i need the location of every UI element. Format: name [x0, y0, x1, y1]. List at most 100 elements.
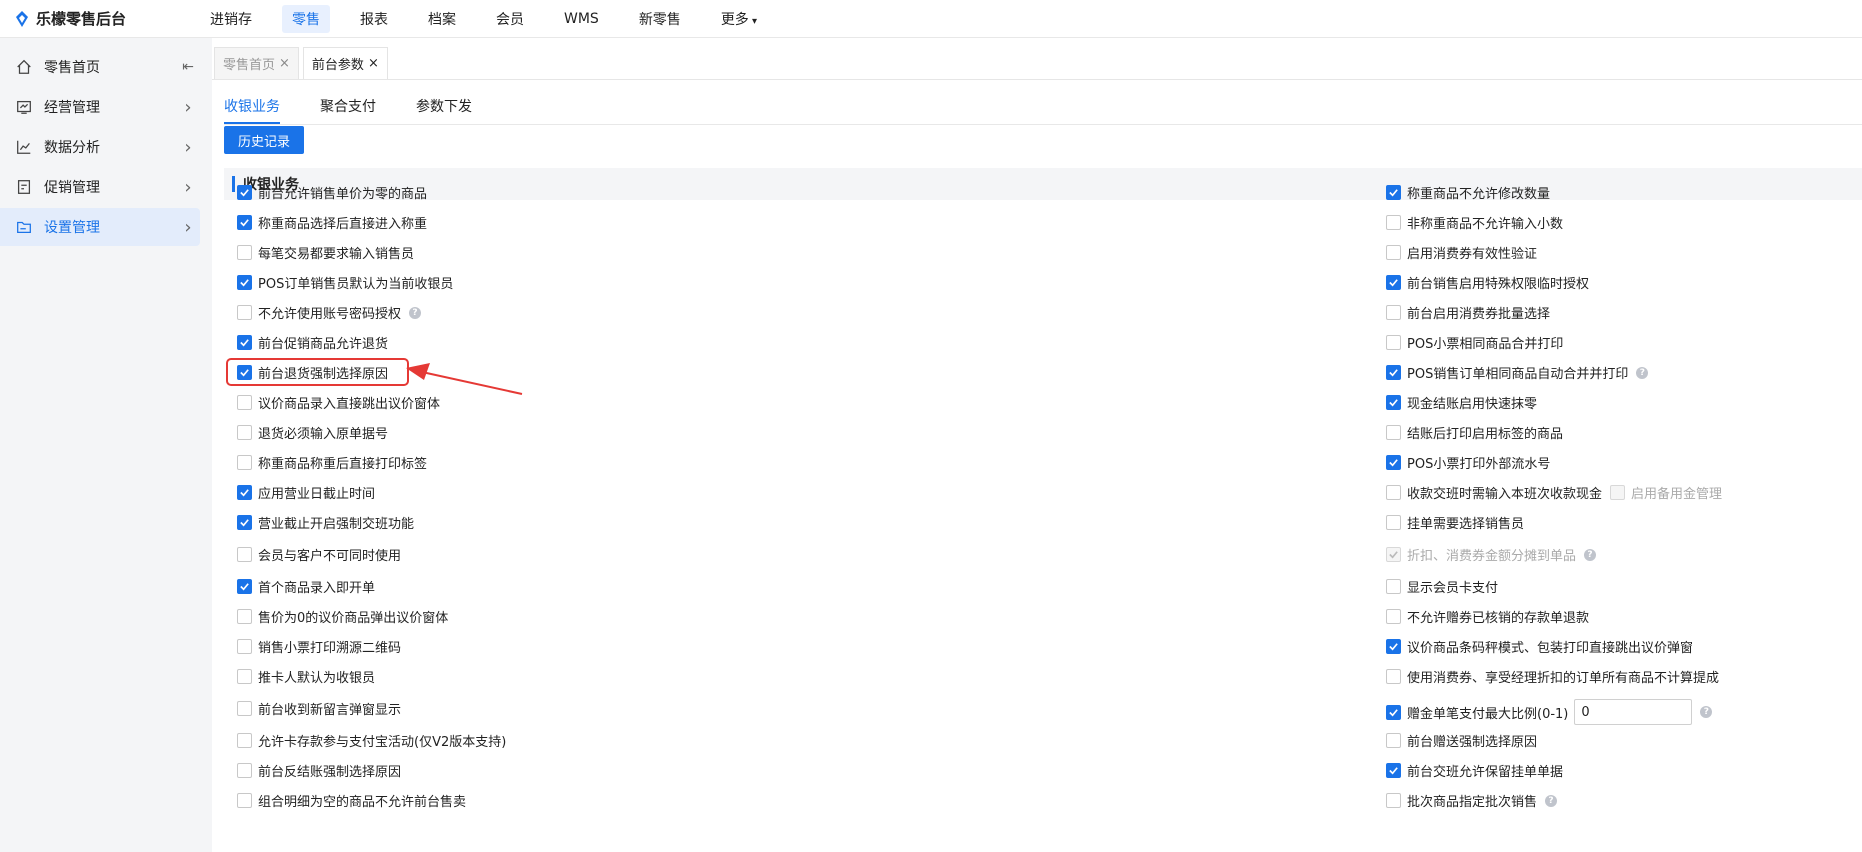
checkbox[interactable] [237, 763, 252, 778]
checkbox[interactable] [237, 515, 252, 530]
checkbox[interactable] [237, 395, 252, 410]
option-row[interactable]: 营业截止开启强制交班功能 [237, 513, 414, 532]
checkbox[interactable] [237, 547, 252, 562]
app-logo[interactable]: 乐檬零售后台 [0, 8, 200, 29]
topnav-item[interactable]: WMS [554, 7, 609, 31]
option-row[interactable]: 非称重商品不允许输入小数 [1386, 213, 1563, 232]
option-row[interactable]: POS小票相同商品合并打印 [1386, 333, 1563, 352]
option-row[interactable]: 批次商品指定批次销售? [1386, 791, 1558, 810]
checkbox[interactable] [237, 669, 252, 684]
help-icon[interactable]: ? [1636, 366, 1649, 379]
sub-tab[interactable]: 聚合支付 [320, 96, 376, 124]
option-row[interactable]: 前台交班允许保留挂单单据 [1386, 761, 1563, 780]
checkbox[interactable] [237, 455, 252, 470]
sidebar-item[interactable]: 经营管理 › [0, 88, 200, 126]
option-row[interactable]: 不允许使用账号密码授权? [237, 303, 422, 322]
checkbox[interactable] [1386, 245, 1401, 260]
sidebar-item[interactable]: 零售首页 ⇤ [0, 48, 200, 86]
option-row[interactable]: 销售小票打印溯源二维码 [237, 637, 401, 656]
checkbox[interactable] [237, 485, 252, 500]
checkbox[interactable] [1386, 485, 1401, 500]
checkbox[interactable] [237, 305, 252, 320]
topnav-item[interactable]: 档案 [418, 5, 466, 33]
option-row[interactable]: POS小票打印外部流水号 [1386, 453, 1550, 472]
checkbox[interactable] [237, 245, 252, 260]
option-row[interactable]: 前台启用消费券批量选择 [1386, 303, 1550, 322]
page-tab[interactable]: 零售首页 × [214, 47, 299, 79]
checkbox[interactable] [1386, 455, 1401, 470]
option-row[interactable]: 售价为0的议价商品弹出议价窗体 [237, 607, 448, 626]
sub-tab[interactable]: 收银业务 [224, 96, 280, 124]
checkbox[interactable] [237, 335, 252, 350]
help-icon[interactable]: ? [1584, 548, 1597, 561]
topnav-item[interactable]: 进销存 [200, 5, 262, 33]
checkbox[interactable] [1386, 704, 1401, 720]
help-icon[interactable]: ? [1700, 706, 1713, 718]
checkbox[interactable] [1386, 639, 1401, 654]
checkbox[interactable] [1386, 669, 1401, 684]
checkbox[interactable] [1386, 335, 1401, 350]
option-row[interactable]: 退货必须输入原单据号 [237, 423, 388, 442]
option-row[interactable]: 应用营业日截止时间 [237, 483, 375, 502]
option-row[interactable]: 组合明细为空的商品不允许前台售卖 [237, 791, 466, 810]
checkbox[interactable] [237, 215, 252, 230]
option-row[interactable]: 结账后打印启用标签的商品 [1386, 423, 1563, 442]
checkbox[interactable] [237, 425, 252, 440]
checkbox[interactable] [1386, 609, 1401, 624]
option-row[interactable]: 现金结账启用快速抹零 [1386, 393, 1537, 412]
checkbox[interactable] [1386, 763, 1401, 778]
checkbox[interactable] [237, 701, 252, 716]
option-row[interactable]: 前台促销商品允许退货 [237, 333, 388, 352]
option-row[interactable]: 挂单需要选择销售员 [1386, 513, 1524, 532]
option-row[interactable]: 折扣、消费券金额分摊到单品? [1386, 545, 1597, 564]
checkbox[interactable] [237, 579, 252, 594]
option-row[interactable]: 启用消费券有效性验证 [1386, 243, 1537, 262]
option-row[interactable]: 前台反结账强制选择原因 [237, 761, 401, 780]
topnav-item[interactable]: 报表 [350, 5, 398, 33]
collapse-sidebar-icon[interactable]: ⇤ [176, 59, 200, 75]
topnav-item[interactable]: 更多 ▾ [711, 5, 767, 33]
topnav-item[interactable]: 零售 [282, 4, 330, 33]
sub-tab[interactable]: 参数下发 [416, 96, 472, 124]
option-row[interactable]: 每笔交易都要求输入销售员 [237, 243, 414, 262]
checkbox[interactable] [237, 185, 252, 200]
checkbox[interactable] [1386, 185, 1401, 200]
sidebar-item[interactable]: 设置管理 › [0, 208, 200, 246]
option-row[interactable]: 显示会员卡支付 [1386, 577, 1498, 596]
ratio-input[interactable] [1574, 699, 1693, 725]
option-row[interactable]: 使用消费券、享受经理折扣的订单所有商品不计算提成 [1386, 667, 1719, 686]
page-tab[interactable]: 前台参数 × [302, 47, 388, 79]
option-row[interactable]: 称重商品选择后直接进入称重 [237, 213, 427, 232]
checkbox[interactable] [237, 793, 252, 808]
sidebar-item[interactable]: 促销管理 › [0, 168, 200, 206]
help-icon[interactable]: ? [1545, 794, 1558, 807]
option-row[interactable]: 议价商品条码秤模式、包装打印直接跳出议价弹窗 [1386, 637, 1693, 656]
option-row[interactable]: 推卡人默认为收银员 [237, 667, 375, 686]
checkbox[interactable] [1386, 733, 1401, 748]
option-row[interactable]: 赠金单笔支付最大比例(0-1)? [1386, 699, 1713, 725]
topnav-item[interactable]: 新零售 [629, 5, 691, 33]
checkbox[interactable] [237, 609, 252, 624]
checkbox[interactable] [1386, 215, 1401, 230]
option-row[interactable]: 收款交班时需输入本班次收款现金 启用备用金管理 [1386, 483, 1722, 502]
checkbox[interactable] [237, 275, 252, 290]
checkbox[interactable] [1386, 365, 1401, 380]
option-row[interactable]: 称重商品称重后直接打印标签 [237, 453, 427, 472]
checkbox[interactable] [1386, 305, 1401, 320]
checkbox[interactable] [1386, 275, 1401, 290]
sidebar-item[interactable]: 数据分析 › [0, 128, 200, 166]
option-row[interactable]: 允许卡存款参与支付宝活动(仅V2版本支持) [237, 731, 506, 750]
option-row[interactable]: 前台销售启用特殊权限临时授权 [1386, 273, 1589, 292]
checkbox[interactable] [1386, 395, 1401, 410]
close-icon[interactable]: × [368, 56, 379, 71]
help-icon[interactable]: ? [409, 306, 422, 319]
option-row[interactable]: POS销售订单相同商品自动合并并打印? [1386, 363, 1649, 382]
option-row[interactable]: POS订单销售员默认为当前收银员 [237, 273, 453, 292]
checkbox[interactable] [1386, 515, 1401, 530]
option-row[interactable]: 不允许赠券已核销的存款单退款 [1386, 607, 1589, 626]
history-button[interactable]: 历史记录 [224, 126, 304, 154]
option-row[interactable]: 前台赠送强制选择原因 [1386, 731, 1537, 750]
option-row[interactable]: 首个商品录入即开单 [237, 577, 375, 596]
close-icon[interactable]: × [279, 56, 290, 71]
option-row[interactable]: 前台收到新留言弹窗显示 [237, 699, 401, 718]
